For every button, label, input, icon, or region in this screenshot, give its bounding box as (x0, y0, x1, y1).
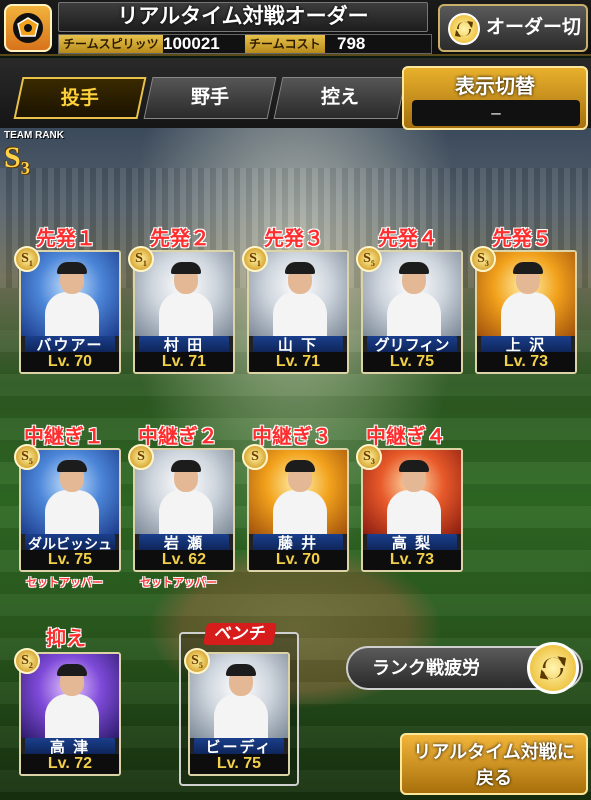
display-switch-value: – (412, 100, 580, 126)
slot-label-starter-1: 先発１ (36, 228, 96, 250)
rank-badge-icon: S3 (470, 246, 496, 272)
tab-fielder[interactable]: 野手 (143, 77, 277, 119)
player-level: Lv. 73 (363, 550, 461, 570)
player-level: Lv. 70 (21, 352, 119, 372)
cycle-arrows-icon (527, 642, 579, 694)
rank-fatigue-label: ランク戦疲労 (372, 658, 480, 678)
rank-badge-icon: S5 (14, 444, 40, 470)
cycle-arrows-icon (448, 13, 480, 45)
role-label-setup: セットアッパー (140, 577, 217, 589)
slot-label-starter-2: 先発２ (150, 228, 210, 250)
team-cost-value: 798 (337, 34, 366, 53)
header-bar: リアルタイム対戦オーダー チームスピリッツ 100021 チームコスト 798 … (0, 0, 591, 82)
player-level: Lv. 71 (249, 352, 347, 372)
team-cost-label: チームコスト (245, 35, 325, 53)
team-logo-icon[interactable] (4, 4, 52, 52)
player-level: Lv. 75 (190, 754, 288, 774)
slot-label-bench: ベンチ (203, 623, 277, 645)
slot-label-reliever-4: 中継ぎ４ (366, 426, 446, 448)
rank-badge-icon: S2 (14, 648, 40, 674)
slot-label-starter-3: 先発３ (264, 228, 324, 250)
rank-badge-icon: S1 (14, 246, 40, 272)
slot-label-starter-5: 先発５ (492, 228, 552, 250)
player-level: Lv. 72 (21, 754, 119, 774)
rank-fatigue-button[interactable]: ランク戦疲労 (346, 642, 583, 694)
team-rank-value: S3 (4, 141, 30, 178)
team-stats-bar: チームスピリッツ 100021 チームコスト 798 (58, 34, 432, 54)
rank-badge-icon: S (242, 444, 268, 470)
rank-badge-icon: S1 (242, 246, 268, 272)
slot-label-reliever-3: 中継ぎ３ (252, 426, 332, 448)
order-switch-button[interactable]: オーダー切替 (438, 4, 588, 82)
team-rank-label: TEAM RANK (4, 130, 64, 141)
tab-reserve[interactable]: 控え (273, 77, 407, 119)
tab-pitcher[interactable]: 投手 (13, 77, 147, 119)
rank-badge-icon: S1 (128, 246, 154, 272)
return-to-realtime-button[interactable]: リアルタイム対戦に 戻る (400, 733, 588, 795)
player-level: Lv. 70 (249, 550, 347, 570)
player-level: Lv. 71 (135, 352, 233, 372)
role-label-setup: セットアッパー (26, 577, 103, 589)
player-level: Lv. 75 (363, 352, 461, 372)
slot-label-reliever-2: 中継ぎ２ (138, 426, 218, 448)
slot-label-closer: 抑え (46, 628, 86, 650)
slot-label-starter-4: 先発４ (378, 228, 438, 250)
display-switch-button[interactable]: 表示切替 – (402, 66, 588, 130)
rank-badge-icon: S5 (356, 246, 382, 272)
team-rank: TEAM RANK S3 (4, 130, 84, 180)
display-switch-label: 表示切替 (455, 76, 535, 98)
rank-badge-icon: S5 (184, 648, 210, 674)
slot-label-reliever-1: 中継ぎ１ (24, 426, 104, 448)
return-label-line1: リアルタイム対戦に (413, 742, 575, 762)
player-level: Lv. 73 (477, 352, 575, 372)
player-level: Lv. 62 (135, 550, 233, 570)
page-title: リアルタイム対戦オーダー (58, 2, 428, 32)
return-label-line2: 戻る (476, 768, 512, 788)
team-spirits-value: 100021 (163, 34, 220, 53)
player-level: Lv. 75 (21, 550, 119, 570)
rank-badge-icon: S (128, 444, 154, 470)
rank-badge-icon: S3 (356, 444, 382, 470)
team-spirits-label: チームスピリッツ (59, 35, 163, 53)
